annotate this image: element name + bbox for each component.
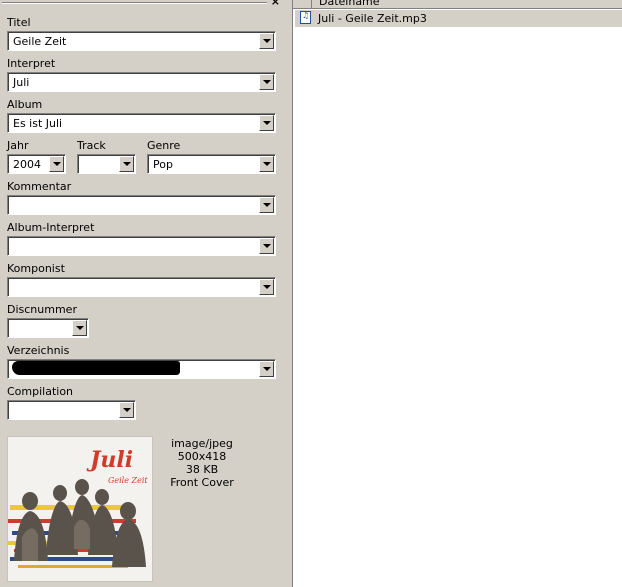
chevron-down-icon[interactable] [49, 156, 64, 172]
panel-titlebar: × [0, 0, 283, 8]
title-combobox[interactable]: Geile Zeit [7, 31, 276, 51]
chevron-down-icon[interactable] [259, 238, 274, 254]
chevron-down-icon[interactable] [259, 197, 274, 213]
panel-splitter[interactable] [283, 0, 293, 587]
comment-label: Kommentar [7, 180, 72, 193]
file-list-panel: Dateiname ♫ Juli - Geile Zeit.mp3 [293, 0, 622, 587]
artist-value: Juli [13, 76, 30, 89]
album-combobox[interactable]: Es ist Juli [7, 113, 276, 133]
cover-dimensions: 500x418 [177, 450, 227, 463]
chevron-down-icon[interactable] [259, 115, 274, 131]
chevron-down-icon[interactable] [259, 361, 274, 377]
chevron-down-icon[interactable] [259, 33, 274, 49]
file-list-header: Dateiname [293, 0, 622, 9]
cover-size: 38 KB [185, 463, 219, 476]
compilation-label: Compilation [7, 385, 74, 398]
disc-number-combobox[interactable] [7, 318, 89, 338]
chevron-down-icon[interactable] [119, 402, 134, 418]
artist-combobox[interactable]: Juli [7, 72, 276, 92]
cover-mime: image/jpeg [171, 437, 233, 450]
file-name: Juli - Geile Zeit.mp3 [318, 12, 427, 25]
cover-info: image/jpeg 500x418 38 KB Front Cover [152, 437, 252, 489]
year-combobox[interactable]: 2004 [7, 154, 66, 174]
album-artist-combobox[interactable] [7, 236, 276, 256]
cover-art-title: Juli [86, 447, 133, 473]
year-label: Jahr [7, 139, 29, 152]
chevron-down-icon[interactable] [72, 320, 87, 336]
album-value: Es ist Juli [13, 117, 63, 130]
genre-combobox[interactable]: Pop [147, 154, 276, 174]
close-icon[interactable]: × [271, 0, 280, 8]
track-label: Track [77, 139, 106, 152]
composer-label: Komponist [7, 262, 65, 275]
genre-value: Pop [153, 158, 173, 171]
filename-column-header[interactable]: Dateiname [319, 0, 380, 8]
chevron-down-icon[interactable] [259, 279, 274, 295]
album-label: Album [7, 98, 43, 111]
title-value: Geile Zeit [13, 35, 67, 48]
compilation-combobox[interactable] [7, 400, 136, 420]
chevron-down-icon[interactable] [259, 74, 274, 90]
genre-label: Genre [147, 139, 181, 152]
cover-art-subtitle: Geile Zeit [108, 476, 148, 485]
chevron-down-icon[interactable] [259, 156, 274, 172]
tag-editor-panel: × Titel Geile Zeit Interpret Juli Album … [0, 0, 283, 587]
cover-art-image[interactable]: Juli Geile Zeit [7, 436, 153, 582]
disc-number-label: Discnummer [7, 303, 77, 316]
comment-combobox[interactable] [7, 195, 276, 215]
audio-file-icon: ♫ [300, 11, 311, 24]
cover-type: Front Cover [170, 476, 234, 489]
redaction-mark [12, 361, 180, 375]
title-label: Titel [7, 16, 31, 29]
chevron-down-icon[interactable] [119, 156, 134, 172]
artist-label: Interpret [7, 57, 56, 70]
file-row[interactable]: ♫ Juli - Geile Zeit.mp3 [295, 10, 622, 27]
year-value: 2004 [13, 158, 41, 171]
album-artist-label: Album-Interpret [7, 221, 95, 234]
composer-combobox[interactable] [7, 277, 276, 297]
directory-label: Verzeichnis [7, 344, 70, 357]
track-combobox[interactable] [77, 154, 136, 174]
